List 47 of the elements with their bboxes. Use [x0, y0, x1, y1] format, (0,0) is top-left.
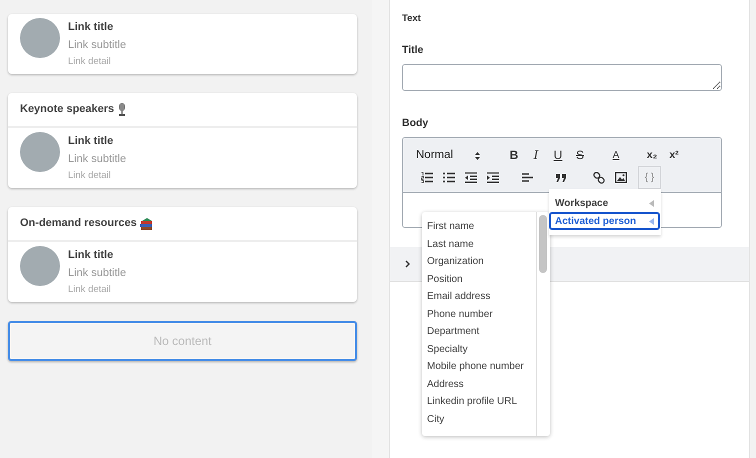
underline-button[interactable]: U	[547, 147, 569, 164]
link-title: Link title	[68, 134, 114, 149]
bold-button[interactable]: B	[503, 147, 525, 164]
link-detail: Link detail	[68, 283, 112, 297]
microphone-icon	[117, 103, 128, 116]
menu-item[interactable]: City	[427, 410, 444, 428]
menu-item[interactable]: Specialty	[427, 340, 468, 358]
menu-item[interactable]: Last name	[427, 236, 474, 253]
menu-item[interactable]: Address	[427, 376, 464, 393]
field-label: Body	[402, 116, 430, 130]
caret-icon	[649, 218, 654, 224]
books-icon	[140, 218, 153, 230]
italic-button[interactable]: I	[525, 147, 547, 164]
chevron-icon	[405, 260, 411, 268]
link-title: Link title	[68, 20, 114, 35]
menu-item[interactable]: Position	[427, 270, 463, 288]
section-title: On-demand resources	[20, 216, 137, 232]
superscript-button[interactable]: x²	[663, 147, 685, 164]
submenu-item[interactable]: Activated person	[549, 212, 660, 230]
format-select[interactable]: Normal	[416, 147, 501, 164]
title-field[interactable]	[402, 64, 722, 90]
submenu-item[interactable]: Workspace	[549, 194, 660, 212]
avatar-circle	[20, 132, 60, 172]
link-detail: Link detail	[68, 55, 112, 69]
menu-item[interactable]: First name	[427, 218, 474, 236]
link-detail: Link detail	[68, 169, 112, 183]
menu-item[interactable]: Department	[427, 323, 480, 340]
text-color-button[interactable]: A	[605, 147, 627, 164]
link-subtitle: Link subtitle	[68, 152, 126, 167]
link-subtitle: Link subtitle	[68, 38, 126, 53]
link-title: Link title	[68, 248, 114, 263]
menu-item[interactable]: Email address	[427, 288, 490, 306]
section-label: Text	[402, 12, 422, 26]
menu-item[interactable]: Mobile phone number	[427, 358, 524, 376]
avatar-circle	[20, 18, 60, 58]
link-subtitle: Link subtitle	[68, 266, 126, 281]
scrollbar-thumb[interactable]	[539, 215, 547, 273]
menu-item[interactable]: Organization	[427, 253, 484, 270]
sort-arrows-icon	[475, 152, 480, 160]
caret-icon	[649, 200, 654, 206]
strikethrough-button[interactable]: S	[569, 147, 591, 164]
menu-item[interactable]: Phone number	[427, 306, 493, 323]
section-title: Keynote speakers	[20, 102, 114, 118]
avatar-circle	[20, 246, 60, 286]
menu-item[interactable]: Linkedin profile URL	[427, 393, 518, 410]
field-label: Title	[402, 42, 424, 58]
subscript-button[interactable]: x₂	[641, 147, 663, 164]
